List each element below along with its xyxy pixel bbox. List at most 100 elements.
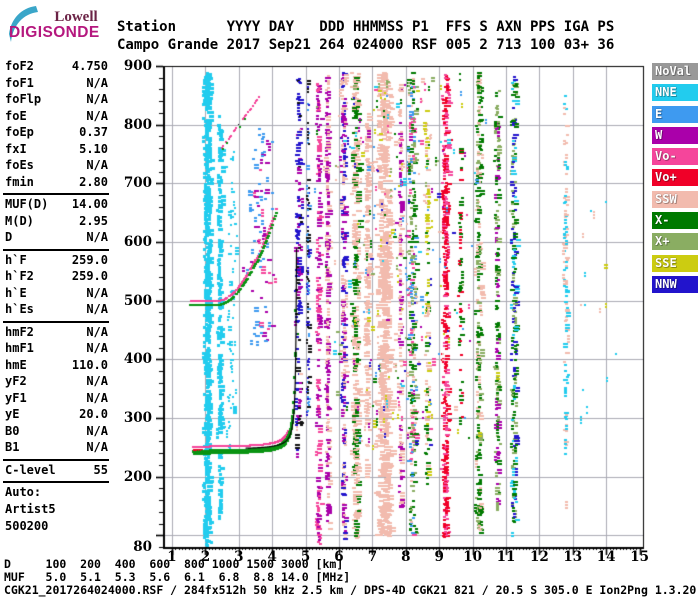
param-divider [3, 320, 109, 323]
y-axis-label-500: 500 [123, 292, 152, 309]
legend-item-noval: NoVal [652, 63, 698, 80]
param-value: N/A [86, 324, 108, 339]
param-label: h`E [5, 285, 27, 300]
param-value: 259.0 [71, 252, 108, 267]
param-row-yf2: yF2 N/A [5, 374, 108, 391]
param-label: B1 [5, 440, 20, 454]
param-label: fmin [5, 174, 34, 189]
param-label: h`F [5, 252, 27, 267]
param-value: 5.10 [79, 141, 108, 156]
param-label: hmF2 [5, 324, 34, 339]
param-label: foE [5, 108, 27, 123]
autoscale-info-line: Artist5 [5, 502, 56, 516]
param-label: fxI [5, 141, 27, 156]
param-value: 259.0 [71, 269, 108, 283]
y-axis-label-80: 80 [133, 538, 152, 555]
x-axis-label-12: 12 [529, 549, 549, 565]
param-row-hf: h`F 259.0 [5, 253, 108, 270]
param-value: 20.0 [79, 407, 108, 421]
param-row-hes: h`Es N/A [5, 302, 108, 319]
param-row-foep: foEp 0.37 [5, 125, 108, 142]
param-row-he: h`E N/A [5, 286, 108, 303]
legend-item-ssw: SSW [652, 190, 698, 208]
param-label: h`F2 [5, 269, 34, 283]
header-station-values: Campo Grande 2017 Sep21 264 024000 RSF 0… [117, 37, 615, 53]
param-value: 2.80 [79, 174, 108, 189]
ionogram-plot [156, 61, 648, 557]
header-column-titles: Station YYYY DAY DDD HHMMSS P1 FFS S AXN… [117, 19, 615, 35]
param-label: D [5, 230, 13, 244]
param-value: N/A [86, 75, 108, 90]
parameter-panel: foF2 4.750 foF1 N/A foFlp N/A foE N/A foEp 0.37 fx… [3, 59, 109, 536]
param-value: N/A [86, 158, 108, 172]
autoscale-info-line: Auto: [5, 485, 42, 499]
y-axis-label-400: 400 [123, 351, 152, 368]
legend-item-vo: Vo+ [652, 169, 698, 187]
param-label: C-level [5, 462, 56, 477]
param-label: foEp [5, 125, 34, 139]
logo-digisonde-text: DIGISONDE [9, 24, 100, 41]
param-value: N/A [86, 341, 108, 355]
param-label: foF2 [5, 59, 34, 73]
param-label: h`Es [5, 302, 34, 316]
x-axis-label-14: 14 [596, 549, 616, 565]
param-row-d: D N/A [5, 230, 108, 247]
param-label: yE [5, 407, 20, 421]
param-row-foe: foE N/A [5, 109, 108, 126]
param-value: N/A [86, 108, 108, 123]
param-label: yF1 [5, 390, 27, 405]
param-row-ye: yE 20.0 [5, 407, 108, 424]
param-value: 2.95 [79, 213, 108, 228]
param-value: N/A [86, 390, 108, 405]
param-divider [3, 248, 109, 251]
param-row-md: M(D) 2.95 [5, 214, 108, 231]
x-axis-label-8: 8 [401, 549, 411, 565]
param-row-hme: hmE 110.0 [5, 358, 108, 375]
x-axis-label-13: 13 [563, 549, 583, 565]
param-row-b1: B1 N/A [5, 440, 108, 457]
x-axis-label-7: 7 [367, 549, 378, 565]
param-row-fmin: fmin 2.80 [5, 175, 108, 192]
param-divider [3, 458, 109, 461]
param-value: N/A [86, 230, 108, 244]
y-axis-label-200: 200 [123, 468, 152, 485]
param-label: foFlp [5, 92, 42, 106]
legend-item-vo: Vo- [652, 148, 698, 166]
param-row-fof1: foF1 N/A [5, 76, 108, 93]
legend-item-sse: SSE [652, 254, 698, 272]
param-row-foes: foEs N/A [5, 158, 108, 175]
param-label: foF1 [5, 75, 34, 90]
legend-item-w: W [652, 126, 698, 144]
param-divider [3, 193, 109, 195]
param-label: B0 [5, 423, 20, 438]
param-label: hmF1 [5, 341, 34, 355]
param-value: N/A [86, 92, 108, 106]
y-axis-label-900: 900 [123, 58, 152, 74]
param-row-clevel: C-level 55 [5, 463, 108, 480]
param-value: 4.750 [71, 59, 108, 73]
param-row-hf2: h`F2 259.0 [5, 269, 108, 286]
param-value: N/A [86, 302, 108, 316]
param-divider [3, 481, 109, 483]
param-label: yF2 [5, 374, 27, 388]
param-value: 110.0 [71, 357, 108, 372]
x-axis-label-15: 15 [630, 549, 649, 565]
param-row-fxi: fxI 5.10 [5, 142, 108, 159]
direction-legend: NoVal NNE E W Vo- Vo+ SSW X- X+ SSE NNW [652, 63, 698, 297]
param-label: foEs [5, 158, 34, 172]
param-value: 55 [93, 462, 108, 477]
x-axis-label-11: 11 [496, 549, 516, 565]
param-row-hmf1: hmF1 N/A [5, 341, 108, 358]
param-row-b0: B0 N/A [5, 424, 108, 441]
param-label: hmE [5, 357, 27, 372]
param-value: N/A [86, 440, 108, 454]
param-value: 0.37 [79, 125, 108, 139]
y-axis-label-300: 300 [123, 409, 152, 426]
autoscale-info-line: 500200 [5, 519, 49, 533]
legend-item-nne: NNE [652, 84, 698, 102]
status-line: CGK21_2017264024000.RSF / 284fx512h 50 k… [4, 583, 697, 597]
x-axis-label-10: 10 [463, 549, 482, 565]
param-row-foflp: foFlp N/A [5, 92, 108, 109]
digisonde-ionogram-window: Lowell DIGISONDE Station YYYY DAY DDD HH… [0, 0, 700, 600]
param-label: MUF(D) [5, 197, 49, 211]
